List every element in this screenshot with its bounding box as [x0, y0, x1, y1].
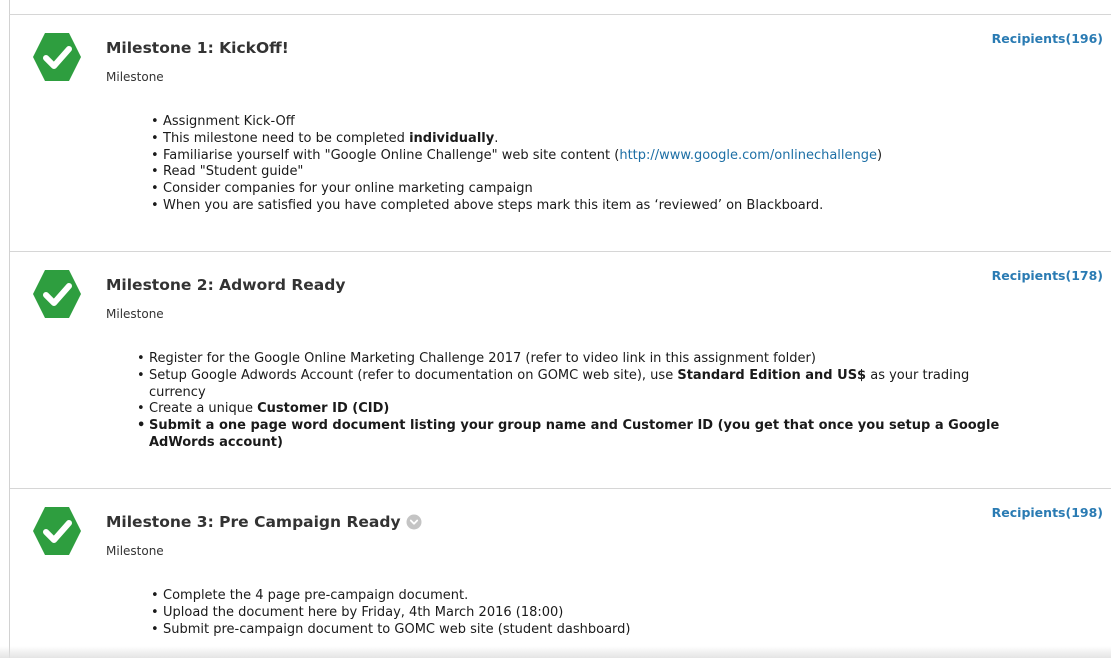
list-item: Consider companies for your online marke…: [149, 181, 1079, 198]
list-item: Submit pre-campaign document to GOMC web…: [149, 622, 1049, 639]
recipients-link[interactable]: Recipients(196): [992, 31, 1103, 46]
checkmark-hexagon-icon: [33, 507, 81, 555]
checkmark-hexagon-icon: [33, 33, 81, 81]
milestone-2-task-list: Register for the Google Online Marketing…: [135, 351, 1025, 452]
milestone-title[interactable]: Milestone 2: Adword Ready: [106, 276, 345, 294]
list-item: Register for the Google Online Marketing…: [135, 351, 1025, 368]
bottom-scroll-shadow: [0, 646, 1111, 658]
milestone-3-title-row: Milestone 3: Pre Campaign Ready: [106, 513, 422, 531]
list-item: Setup Google Adwords Account (refer to d…: [135, 368, 1025, 402]
milestone-type-label: Milestone: [106, 70, 164, 84]
milestone-3: Milestone 3: Pre Campaign Ready Mileston…: [10, 489, 1111, 658]
list-item: Read "Student guide": [149, 164, 1079, 181]
list-item: When you are satisfied you have complete…: [149, 198, 1079, 215]
milestone-1-task-list: Assignment Kick-Off This milestone need …: [149, 114, 1079, 215]
list-item: Upload the document here by Friday, 4th …: [149, 605, 1049, 622]
list-item: This milestone need to be completed indi…: [149, 131, 1079, 148]
milestone-title[interactable]: Milestone 1: KickOff!: [106, 39, 289, 57]
milestone-list-page: Milestone 1: KickOff! Milestone Recipien…: [0, 0, 1111, 658]
checkmark-hexagon-icon: [33, 270, 81, 318]
list-item: Assignment Kick-Off: [149, 114, 1079, 131]
chevron-down-circle-icon[interactable]: [406, 514, 422, 530]
list-item: Create a unique Customer ID (CID): [135, 401, 1025, 418]
milestone-3-task-list: Complete the 4 page pre-campaign documen…: [149, 588, 1049, 638]
list-item: Submit a one page word document listing …: [135, 418, 1025, 452]
milestone-2: Milestone 2: Adword Ready Milestone Reci…: [10, 252, 1111, 489]
milestone-2-title-row: Milestone 2: Adword Ready: [106, 276, 345, 294]
list-item: Familiarise yourself with "Google Online…: [149, 148, 1079, 165]
recipients-link[interactable]: Recipients(178): [992, 268, 1103, 283]
recipients-link[interactable]: Recipients(198): [992, 505, 1103, 520]
milestone-1: Milestone 1: KickOff! Milestone Recipien…: [10, 15, 1111, 252]
milestone-type-label: Milestone: [106, 307, 164, 321]
list-item: Complete the 4 page pre-campaign documen…: [149, 588, 1049, 605]
milestone-1-title-row: Milestone 1: KickOff!: [106, 39, 289, 57]
google-challenge-link[interactable]: http://www.google.com/onlinechallenge: [619, 148, 877, 163]
milestone-type-label: Milestone: [106, 544, 164, 558]
milestone-title[interactable]: Milestone 3: Pre Campaign Ready: [106, 513, 401, 531]
